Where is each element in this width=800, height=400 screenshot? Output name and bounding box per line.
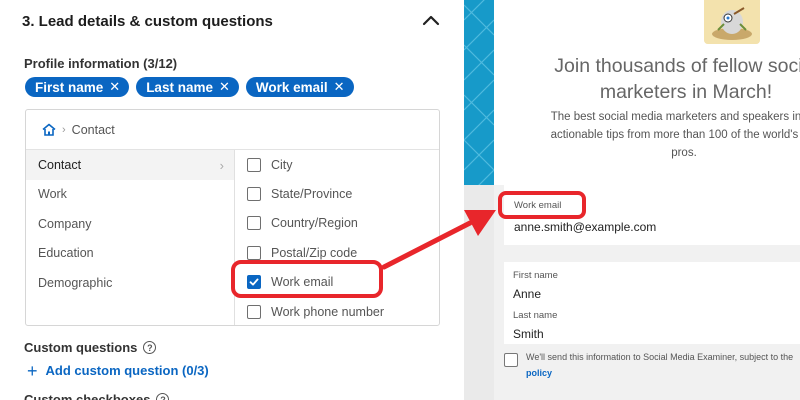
pill-last-name[interactable]: Last name ✕: [136, 77, 239, 97]
field-picker: › Contact Contact › Work Company Educati…: [25, 109, 440, 326]
checkbox[interactable]: [247, 216, 261, 231]
category-education[interactable]: Education: [26, 239, 234, 269]
help-icon[interactable]: ?: [156, 393, 170, 400]
field-postal-zip[interactable]: Postal/Zip code: [235, 238, 439, 267]
section-title: 3. Lead details & custom questions: [22, 12, 273, 30]
name-fields-box: First name Anne Last name Smith: [504, 262, 800, 344]
pill-label: Last name: [146, 79, 213, 95]
checkbox[interactable]: [247, 187, 261, 202]
field-label: Work email: [271, 275, 334, 290]
remove-icon[interactable]: ✕: [219, 79, 230, 95]
checkmark-icon: [249, 278, 259, 286]
field-label: State/Province: [271, 187, 353, 202]
breadcrumb-current: Contact: [71, 122, 115, 137]
field-label: Postal/Zip code: [271, 245, 358, 260]
pill-label: First name: [35, 79, 104, 95]
category-label: Company: [38, 216, 92, 231]
add-custom-question-button[interactable]: + Add custom question (0/3): [27, 360, 209, 381]
consent-text: We'll send this information to Social Me…: [526, 352, 794, 362]
decorative-banner: [464, 0, 494, 185]
remove-icon[interactable]: ✕: [334, 79, 345, 95]
home-icon[interactable]: [42, 123, 56, 136]
category-label: Education: [38, 246, 94, 261]
custom-questions-label: Custom questions: [24, 340, 138, 355]
promo-description: The best social media marketers and spea…: [539, 108, 800, 162]
last-name-label: Last name: [513, 310, 558, 321]
checkbox-checked[interactable]: [247, 275, 261, 290]
custom-checkboxes-heading: Custom checkboxes ?: [24, 392, 170, 400]
checkbox[interactable]: [247, 157, 261, 172]
field-label: Country/Region: [271, 216, 358, 231]
chevron-up-icon[interactable]: [422, 12, 440, 30]
breadcrumb-separator-icon: ›: [62, 123, 66, 136]
policy-link[interactable]: policy: [526, 368, 552, 378]
field-label: Work phone number: [271, 304, 385, 319]
last-name-value[interactable]: Smith: [513, 327, 544, 341]
pill-first-name[interactable]: First name ✕: [25, 77, 130, 97]
promo-headline: Join thousands of fellow social marketer…: [551, 53, 800, 105]
checkbox[interactable]: [247, 304, 261, 319]
custom-questions-heading: Custom questions ?: [24, 340, 157, 355]
help-icon[interactable]: ?: [143, 341, 157, 354]
description-line: pros.: [671, 147, 697, 159]
add-custom-question-label: Add custom question (0/3): [45, 363, 209, 378]
work-email-value: anne.smith@example.com: [514, 220, 657, 234]
profile-info-label: Profile information (3/12): [24, 56, 178, 71]
field-work-email[interactable]: Work email: [235, 268, 439, 297]
field-state-province[interactable]: State/Province: [235, 179, 439, 208]
first-name-label: First name: [513, 270, 558, 281]
chevron-right-icon: ›: [219, 158, 224, 173]
first-name-value[interactable]: Anne: [513, 287, 541, 301]
consent-row: We'll send this information to Social Me…: [504, 352, 793, 367]
category-list: Contact › Work Company Education Demogra…: [26, 150, 234, 325]
section-header[interactable]: 3. Lead details & custom questions: [22, 10, 442, 32]
field-city[interactable]: City: [235, 150, 439, 179]
work-email-field[interactable]: Work email anne.smith@example.com: [504, 185, 800, 245]
mascot-image: [704, 0, 760, 44]
selected-fields: First name ✕ Last name ✕ Work email ✕: [25, 77, 354, 97]
work-email-label: Work email: [514, 200, 562, 211]
category-label: Demographic: [38, 275, 113, 290]
headline-line: marketers in March!: [599, 81, 773, 103]
remove-icon[interactable]: ✕: [109, 79, 120, 95]
form-preview-panel: Join thousands of fellow social marketer…: [464, 0, 800, 400]
pill-label: Work email: [255, 79, 328, 95]
description-line: actionable tips from more than 100 of th…: [550, 129, 800, 141]
field-work-phone[interactable]: Work phone number: [235, 297, 439, 326]
category-label: Contact: [38, 157, 82, 172]
description-line: The best social media marketers and spea…: [550, 111, 800, 123]
custom-checkboxes-label: Custom checkboxes: [24, 392, 151, 400]
left-panel: 3. Lead details & custom questions Profi…: [0, 0, 464, 400]
pill-work-email[interactable]: Work email ✕: [245, 77, 354, 97]
checkbox[interactable]: [247, 245, 261, 260]
category-company[interactable]: Company: [26, 209, 234, 239]
category-work[interactable]: Work: [26, 180, 234, 210]
breadcrumb: › Contact: [26, 110, 439, 150]
field-label: City: [271, 157, 293, 172]
category-demographic[interactable]: Demographic: [26, 268, 234, 298]
field-list: City State/Province Country/Region Posta…: [235, 150, 439, 325]
plus-icon: +: [27, 360, 38, 381]
headline-line: Join thousands of fellow social: [554, 55, 800, 77]
category-label: Work: [38, 187, 67, 202]
consent-checkbox[interactable]: [504, 353, 518, 367]
field-country-region[interactable]: Country/Region: [235, 209, 439, 238]
category-contact[interactable]: Contact ›: [26, 150, 234, 180]
